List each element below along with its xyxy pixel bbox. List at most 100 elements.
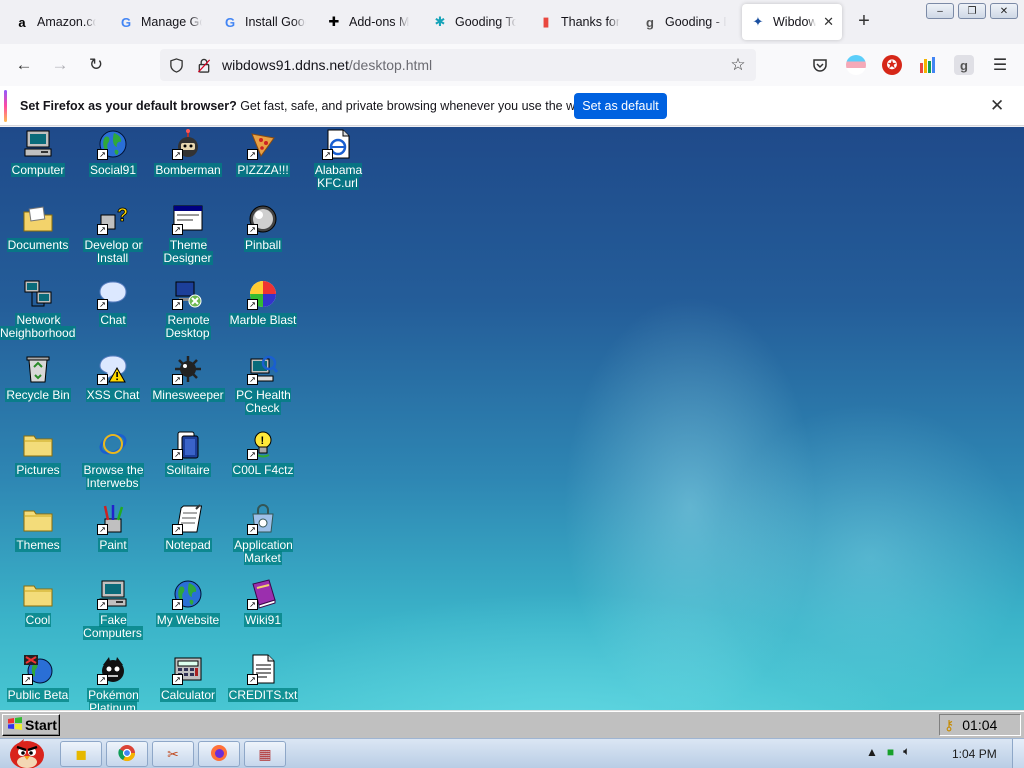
desktop-icon-label: Themes bbox=[0, 538, 76, 552]
desktop-icon-label-text: PIZZZA!!! bbox=[236, 163, 290, 177]
calculator-icon: ↗ bbox=[172, 653, 204, 685]
browser-tab[interactable]: a Amazon.co bbox=[6, 4, 104, 40]
explorer-taskbar-button[interactable]: ◼ bbox=[60, 741, 102, 767]
desktop-icon-label-text: Theme Designer bbox=[163, 238, 213, 265]
tab-label: Install Goog bbox=[245, 15, 306, 29]
desktop-icon-credits-txt[interactable]: ↗ CREDITS.txt bbox=[225, 652, 301, 710]
desktop-icon-label-text: Network Neighborhood bbox=[0, 313, 77, 340]
wibdows-desktop[interactable]: Computer ↗ Social91 ↗ Bomberman ↗ PIZZZA!!! ↗ Al… bbox=[0, 127, 1024, 710]
desktop-icon-label-text: Develop or Install bbox=[83, 238, 143, 265]
url-bar[interactable]: wibdows91.ddns.net/desktop.html ☆ bbox=[160, 49, 756, 81]
desktop-icon-label-text: Social91 bbox=[88, 163, 138, 177]
chrome-taskbar-button[interactable] bbox=[106, 741, 148, 767]
desktop-icon-remote-desktop[interactable]: ↗ Remote Desktop bbox=[150, 277, 226, 352]
desktop-icon-calculator[interactable]: ↗ Calculator bbox=[150, 652, 226, 710]
desktop-icon-solitaire[interactable]: ↗ Solitaire bbox=[150, 427, 226, 502]
desktop-icon-my-website[interactable]: ↗ My Website bbox=[150, 577, 226, 652]
desktop-icon-recycle-bin[interactable]: Recycle Bin bbox=[0, 352, 76, 427]
new-tab-button[interactable]: + bbox=[852, 10, 876, 34]
browser-tab[interactable]: g Gooding - D bbox=[634, 4, 734, 40]
browser-tab[interactable]: ✦ Wibdows ✕ bbox=[742, 4, 842, 40]
pocket-icon[interactable] bbox=[810, 55, 830, 75]
show-desktop-button[interactable] bbox=[1012, 739, 1024, 768]
desktop-icon-label: Calculator bbox=[150, 688, 226, 702]
back-arrow-icon: ← bbox=[15, 55, 33, 74]
media-player-icon: ✂ bbox=[167, 745, 179, 762]
desktop-icon-theme-designer[interactable]: ↗ Theme Designer bbox=[150, 202, 226, 277]
show-hidden-icons-icon[interactable]: ▲ bbox=[866, 745, 878, 759]
desktop-icon-cool[interactable]: Cool bbox=[0, 577, 76, 652]
network-icon bbox=[22, 278, 54, 310]
desktop-icon-c00l-f4ctz[interactable]: ! ↗ C00L F4ctz bbox=[225, 427, 301, 502]
minimize-button[interactable]: – bbox=[926, 3, 954, 19]
desktop-icon-pizzza[interactable]: ↗ PIZZZA!!! bbox=[225, 127, 301, 202]
desktop-icon-wiki91[interactable]: ↗ Wiki91 bbox=[225, 577, 301, 652]
close-window-button[interactable]: ✕ bbox=[990, 3, 1018, 19]
desktop-icon-notepad[interactable]: ↗ Notepad bbox=[150, 502, 226, 577]
system-clock[interactable]: 1:04 PM bbox=[952, 747, 997, 761]
browser-tab[interactable]: ✚ Add-ons M bbox=[318, 4, 420, 40]
desktop-icon-bomberman[interactable]: ↗ Bomberman bbox=[150, 127, 226, 202]
red-extension-icon[interactable]: ✪ bbox=[882, 55, 902, 75]
firefox-taskbar-button[interactable] bbox=[198, 741, 240, 767]
desktop-icon-label: Pinball bbox=[225, 238, 301, 252]
desktop-icon-xss-chat[interactable]: ↗ XSS Chat bbox=[75, 352, 151, 427]
lock-icon[interactable] bbox=[196, 57, 212, 73]
desktop-icon-documents[interactable]: Documents bbox=[0, 202, 76, 277]
shortcut-arrow-icon: ↗ bbox=[97, 374, 108, 385]
desktop-icon-paint[interactable]: ↗ Paint bbox=[75, 502, 151, 577]
maximize-button[interactable]: ❐ bbox=[958, 3, 986, 19]
desktop-icon-application-market[interactable]: ↗ Application Market bbox=[225, 502, 301, 577]
bookmark-star-icon[interactable]: ☆ bbox=[730, 55, 746, 74]
close-notification-icon[interactable]: ✕ bbox=[990, 96, 1004, 116]
close-tab-icon[interactable]: ✕ bbox=[823, 14, 834, 30]
volume-icon[interactable]: 🔈︎ bbox=[903, 744, 910, 759]
browser-tab[interactable]: G Manage Go bbox=[110, 4, 210, 40]
browser-tab[interactable]: ▮ Thanks for bbox=[530, 4, 628, 40]
desktop-icon-develop-or-install[interactable]: ? ↗ Develop or Install bbox=[75, 202, 151, 277]
forward-button[interactable]: → bbox=[48, 53, 72, 77]
desktop-icon-public-beta[interactable]: ↗ Public Beta bbox=[0, 652, 76, 710]
hamburger-menu-icon: ☰ bbox=[992, 57, 1008, 74]
desktop-icon-label-text: Cool bbox=[24, 613, 52, 627]
desktop-icon-themes[interactable]: Themes bbox=[0, 502, 76, 577]
pride-extension-icon[interactable] bbox=[846, 55, 866, 75]
tool-taskbar-button[interactable]: ▦ bbox=[244, 741, 286, 767]
notification-area: ▲ ■ 🔈︎ bbox=[866, 744, 910, 759]
shield-icon[interactable] bbox=[168, 57, 184, 73]
desktop-icon-social91[interactable]: ↗ Social91 bbox=[75, 127, 151, 202]
desktop-icon-pok-mon-platinum[interactable]: ↗ Pokémon Platinum bbox=[75, 652, 151, 710]
reload-button[interactable]: ↻ bbox=[84, 53, 108, 77]
angry-bird-start-orb-icon[interactable] bbox=[2, 731, 50, 768]
desktop-icon-minesweeper[interactable]: ↗ Minesweeper bbox=[150, 352, 226, 427]
back-button[interactable]: ← bbox=[12, 53, 36, 77]
browser-tab[interactable]: G Install Goog bbox=[214, 4, 314, 40]
network-status-icon[interactable]: ■ bbox=[887, 745, 894, 759]
desktop-icon-label-text: Bomberman bbox=[154, 163, 222, 177]
computer-icon: ↗ bbox=[97, 578, 129, 610]
desktop-icon-fake-computers[interactable]: ↗ Fake Computers bbox=[75, 577, 151, 652]
browser-tab[interactable]: ✱ Gooding To bbox=[424, 4, 524, 40]
desktop-icon-pictures[interactable]: Pictures bbox=[0, 427, 76, 502]
media-taskbar-button[interactable]: ✂ bbox=[152, 741, 194, 767]
desktop-icon-pinball[interactable]: ↗ Pinball bbox=[225, 202, 301, 277]
desktop-icon-alabama-kfc-url[interactable]: ↗ Alabama KFC.url bbox=[300, 127, 376, 202]
shortcut-arrow-icon: ↗ bbox=[172, 524, 183, 535]
tab-label: Gooding To bbox=[455, 15, 516, 29]
key-icon[interactable]: ⚷ bbox=[944, 717, 954, 734]
set-as-default-button[interactable]: Set as default bbox=[574, 93, 667, 119]
url-text[interactable]: wibdows91.ddns.net/desktop.html bbox=[222, 57, 432, 73]
desktop-icon-marble-blast[interactable]: ↗ Marble Blast bbox=[225, 277, 301, 352]
shortcut-arrow-icon: ↗ bbox=[22, 674, 33, 685]
app-menu-button[interactable]: ☰ bbox=[988, 53, 1012, 77]
desktop-icon-label-text: Application Market bbox=[233, 538, 293, 565]
desktop-icon-chat[interactable]: ↗ Chat bbox=[75, 277, 151, 352]
desktop-icon-browse-the-interwebs[interactable]: Browse the Interwebs bbox=[75, 427, 151, 502]
desktop-icon-computer[interactable]: Computer bbox=[0, 127, 76, 202]
gooding-extension-icon[interactable]: g bbox=[954, 55, 974, 75]
desktop-icon-label-text: Calculator bbox=[159, 688, 217, 702]
desktop-icon-pc-health-check[interactable]: ↗ PC Health Check bbox=[225, 352, 301, 427]
bars-extension-icon[interactable] bbox=[918, 55, 938, 75]
desktop-icon-network-neighborhood[interactable]: Network Neighborhood bbox=[0, 277, 77, 352]
win95-clock: 01:04 bbox=[962, 717, 998, 733]
